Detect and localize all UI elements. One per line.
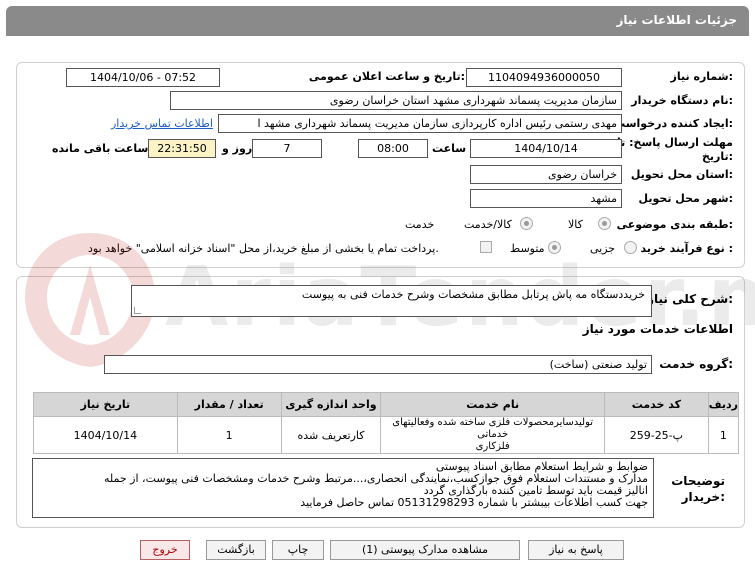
process-type-label: نوع فرآیند خرید : [640,242,733,255]
buyer-notes-label-1: توضیحات [671,474,725,488]
remaining-time-label: ساعت باقی مانده [52,142,149,155]
cell-code: پ-25-259 [603,416,709,454]
view-attachments-button[interactable]: مشاهده مدارک پیوستی (1) [330,540,520,560]
service-group-label: گروه خدمت: [659,357,733,371]
deadline-label-2: تاریخ: [701,150,733,163]
treasury-payment-note: پرداخت تمام یا بخشی از مبلغ خرید،از محل … [88,242,439,255]
cell-name: تولیدسایرمحصولات فلزی ساخته شده وفعالیته… [380,416,605,454]
back-button[interactable]: بازگشت [206,540,266,560]
resize-handle[interactable] [134,307,141,314]
deadline-time-label: ساعت [432,142,467,155]
need-number-label: شماره نیاز: [670,70,733,83]
category-option-goods: کالا [568,218,583,231]
process-option-minor: جزیی [590,242,616,255]
page-title: جزئیات اطلاعات نیاز [616,13,737,27]
city-field[interactable]: مشهد [470,189,622,208]
page-header: جزئیات اطلاعات نیاز [6,6,749,36]
table-header-row: ردیف کد خدمت نام خدمت واحد اندازه گیری ت… [33,392,740,417]
city-label: شهر محل تحویل: [638,192,733,205]
need-summary-label: شرح کلی نیاز: [647,292,733,306]
reply-button[interactable]: پاسخ به نیاز [528,540,624,560]
col-index: ردیف [707,392,740,417]
cell-date: 1404/10/14 [33,416,178,454]
col-unit: واحد اندازه گیری [280,392,382,417]
service-group-field[interactable]: تولید صنعتی (ساخت) [104,355,652,374]
remaining-time-field: 22:31:50 [148,139,216,158]
exit-button[interactable]: خروج [140,540,190,560]
category-option-goods-service: کالا/خدمت [464,218,512,231]
col-name: نام خدمت [380,392,605,417]
table-row[interactable]: 1 پ-25-259 تولیدسایرمحصولات فلزی ساخته ش… [33,416,740,454]
buyer-org-label: نام دستگاه خریدار: [631,94,733,107]
creator-field[interactable]: مهدی رستمی رئیس اداره کارپردازی سازمان م… [218,114,622,133]
category-label: طبقه بندی موضوعی: [616,218,733,231]
need-summary-field[interactable]: خریددستگاه مه پاش پرتابل مطابق مشخصات وش… [131,285,652,317]
need-summary-text: خریددستگاه مه پاش پرتابل مطابق مشخصات وش… [301,288,645,301]
announce-date-field[interactable]: 1404/10/06 - 07:52 [66,68,220,87]
deadline-time-field[interactable]: 08:00 [358,139,428,158]
buyer-notes-line: جهت کسب اطلاعات بیبشتر با شماره 05131298… [300,496,648,509]
print-button[interactable]: چاپ [272,540,324,560]
announce-date-label: تاریخ و ساعت اعلان عمومی: [308,70,465,83]
cell-unit: کارتعریف شده [280,416,382,454]
need-number-field[interactable]: 1104094936000050 [466,68,622,87]
col-code: کد خدمت [603,392,709,417]
creator-label: ایجاد کننده درخواست: [614,117,733,130]
services-table: ردیف کد خدمت نام خدمت واحد اندازه گیری ت… [33,392,740,454]
category-radio-goods[interactable] [598,217,611,230]
process-option-medium: متوسط [510,242,545,255]
deadline-date-field[interactable]: 1404/10/14 [470,139,622,158]
buyer-contact-link[interactable]: اطلاعات تماس خریدار [111,117,213,130]
buyer-org-field[interactable]: سازمان مدیریت پسماند شهرداری مشهد استان … [170,91,622,110]
deadline-label-1: مهلت ارسال پاسخ: تا [617,136,733,149]
province-label: استان محل تحویل: [630,168,733,181]
cell-index: 1 [707,416,740,454]
services-section-title: اطلاعات خدمات مورد نیاز [582,322,733,336]
process-radio-medium[interactable] [548,241,561,254]
days-label: روز و [222,142,253,155]
col-date: تاریخ نیاز [33,392,178,417]
process-radio-minor[interactable] [624,241,637,254]
category-option-service: خدمت [405,218,435,231]
remaining-days-field[interactable]: 7 [252,139,322,158]
buyer-notes-field[interactable]: ضوابط و شرایط استعلام مطابق اسناد پیوستی… [32,458,654,518]
cell-name-line2: فلزکاری [475,441,510,452]
cell-qty: 1 [176,416,282,454]
buyer-notes-label-2: خریدار: [681,490,725,504]
category-radio-goods-service[interactable] [520,217,533,230]
col-qty: تعداد / مقدار [176,392,282,417]
treasury-payment-checkbox[interactable] [480,241,492,253]
cell-name-line1: تولیدسایرمحصولات فلزی ساخته شده وفعالیته… [392,417,594,440]
province-field[interactable]: خراسان رضوی [470,165,622,184]
